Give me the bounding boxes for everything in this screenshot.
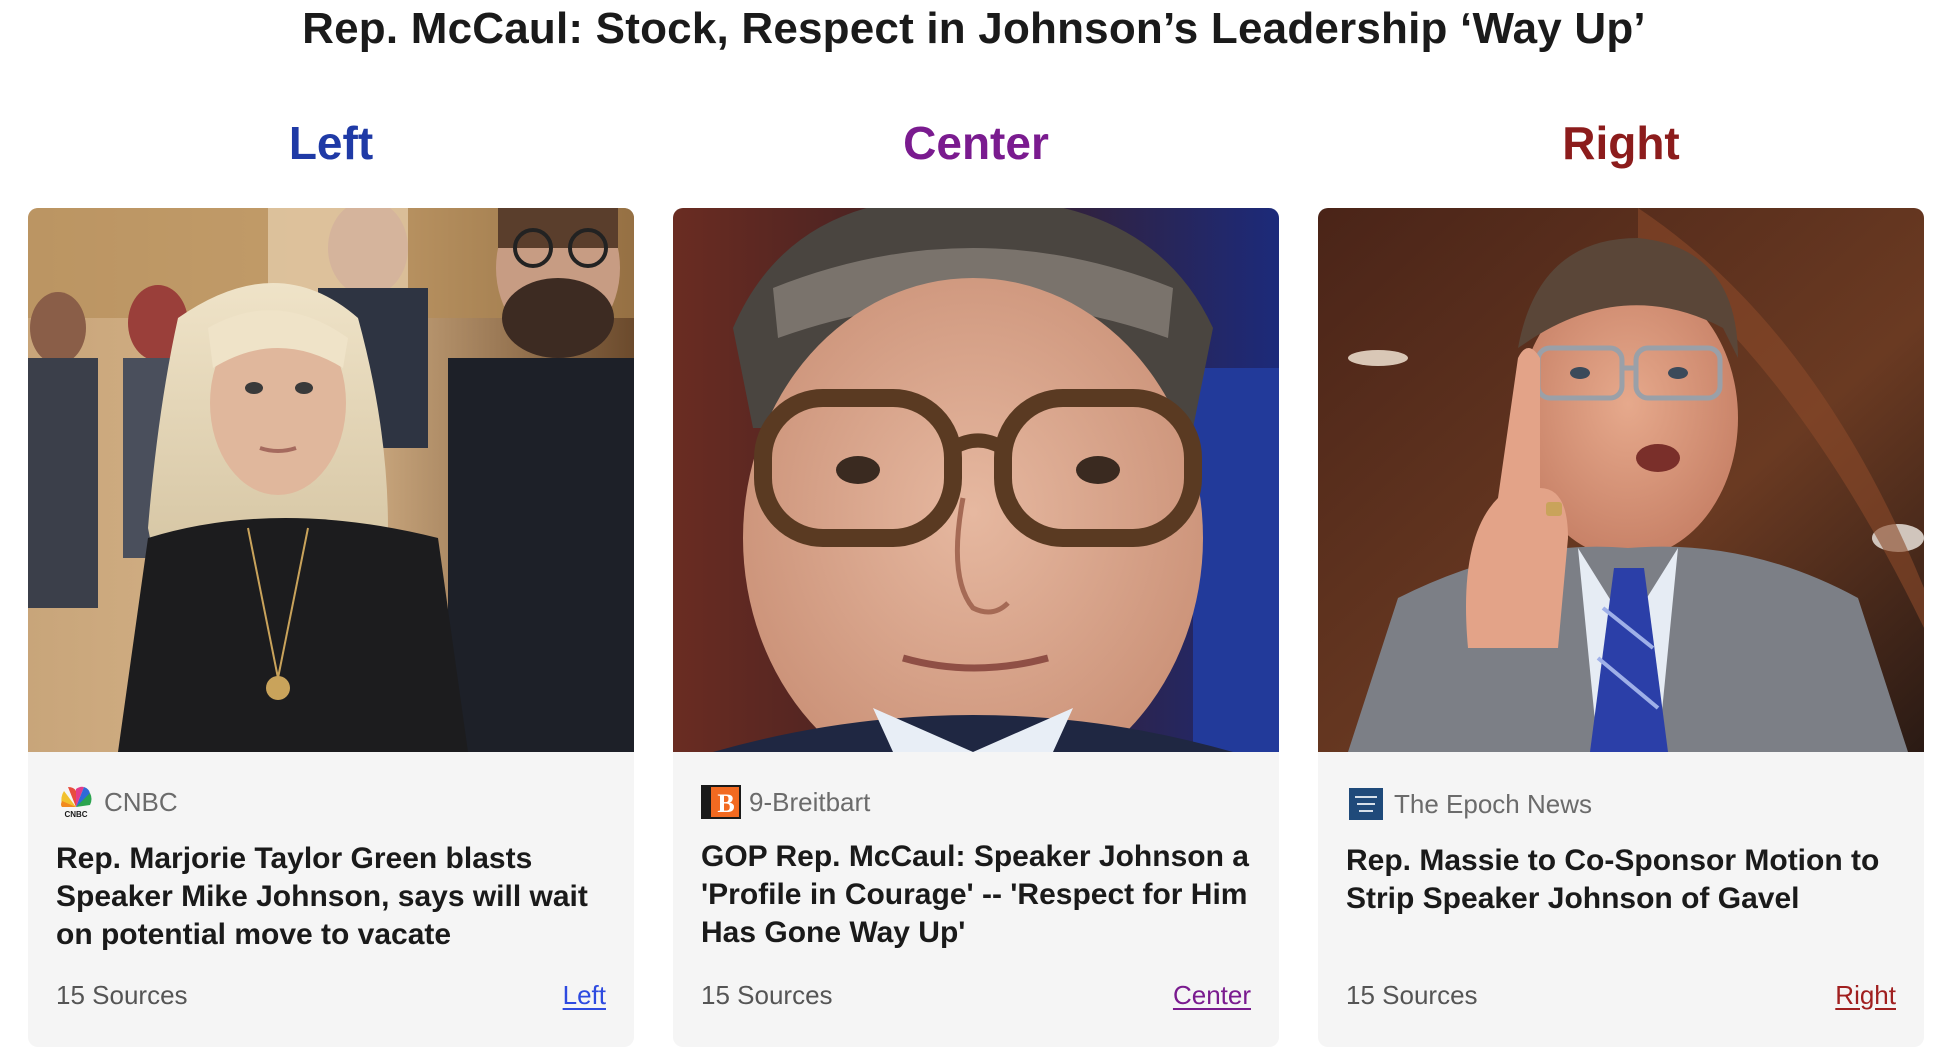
headline-right[interactable]: Rep. Massie to Co-Sponsor Motion to Stri… — [1346, 842, 1896, 918]
breitbart-b-icon: B — [701, 785, 741, 819]
card-footer-left: 15 Sources Left — [56, 978, 606, 1012]
photo-woman-blonde-hair — [28, 208, 634, 752]
source-row-right[interactable]: The Epoch News — [1346, 788, 1592, 820]
story-photo-center[interactable] — [673, 208, 1279, 752]
headline-center[interactable]: GOP Rep. McCaul: Speaker Johnson a 'Prof… — [701, 838, 1251, 952]
sources-count-right[interactable]: 15 Sources — [1346, 980, 1478, 1011]
svg-text:CNBC: CNBC — [64, 810, 87, 819]
page-title: Rep. McCaul: Stock, Respect in Johnson’s… — [302, 4, 1646, 53]
svg-text:B: B — [717, 789, 734, 818]
source-name-center: 9-Breitbart — [749, 786, 871, 817]
epoch-times-icon — [1346, 787, 1386, 821]
story-photo-left[interactable] — [28, 208, 634, 752]
column-heading-right: Right — [1562, 117, 1680, 169]
story-card-body-right: The Epoch News Rep. Massie to Co-Sponsor… — [1318, 752, 1924, 1047]
story-card-right[interactable]: The Epoch News Rep. Massie to Co-Sponsor… — [1318, 208, 1924, 1047]
source-row-left[interactable]: CNBC CNBC — [56, 785, 178, 819]
story-card-left[interactable]: CNBC CNBC Rep. Marjorie Taylor Green bla… — [28, 208, 634, 1047]
column-center: Center B 9-Breitbart GOP Rep. McCaul: Sp… — [673, 112, 1279, 1047]
source-name-left: CNBC — [104, 786, 178, 817]
story-card-body-center: B 9-Breitbart GOP Rep. McCaul: Speaker J… — [673, 752, 1279, 1047]
source-row-center[interactable]: B 9-Breitbart — [701, 785, 871, 819]
column-right: Right The Epoch News Rep. Massie to Co-S… — [1318, 112, 1924, 1047]
news-comparison-page: Rep. McCaul: Stock, Respect in Johnson’s… — [0, 0, 1948, 1047]
card-footer-right: 15 Sources Right — [1346, 978, 1896, 1012]
story-card-body-left: CNBC CNBC Rep. Marjorie Taylor Green bla… — [28, 752, 634, 1047]
headline-left[interactable]: Rep. Marjorie Taylor Green blasts Speake… — [56, 840, 606, 954]
photo-man-pointing-finger — [1318, 208, 1924, 752]
column-heading-center: Center — [903, 117, 1049, 169]
sources-count-left[interactable]: 15 Sources — [56, 980, 188, 1011]
sources-count-center[interactable]: 15 Sources — [701, 980, 833, 1011]
source-name-right: The Epoch News — [1394, 788, 1592, 819]
column-heading-left: Left — [288, 117, 374, 169]
cnbc-peacock-icon: CNBC — [56, 785, 96, 819]
column-left: Left CNBC CNBC Rep. Marjorie Taylor Gree… — [28, 112, 634, 1047]
card-footer-center: 15 Sources Center — [701, 978, 1251, 1012]
story-photo-right[interactable] — [1318, 208, 1924, 752]
photo-man-glasses-closeup — [673, 208, 1279, 752]
story-card-center[interactable]: B 9-Breitbart GOP Rep. McCaul: Speaker J… — [673, 208, 1279, 1047]
bias-link-right[interactable]: Right — [1835, 980, 1896, 1011]
bias-link-center[interactable]: Center — [1173, 980, 1251, 1011]
bias-link-left[interactable]: Left — [563, 980, 606, 1011]
